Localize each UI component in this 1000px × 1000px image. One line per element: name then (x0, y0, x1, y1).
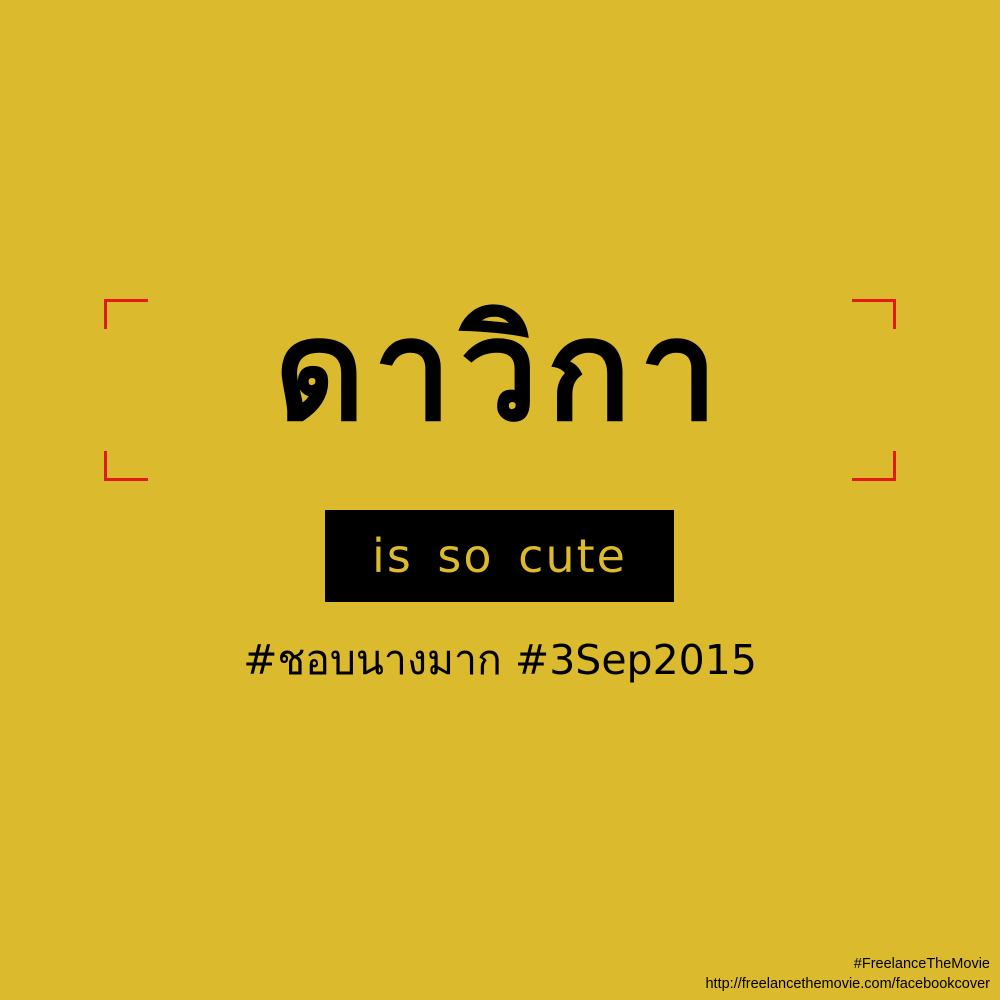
footer-url: http://freelancethemovie.com/facebookcov… (705, 976, 990, 992)
frame-corner-bottom-right (852, 451, 896, 481)
poster-canvas: ดาวิกา is so cute #ชอบนางมาก #3Sep2015 #… (0, 0, 1000, 1000)
tagline-text: is so cute (372, 529, 627, 583)
frame-corner-bottom-left (104, 451, 148, 481)
footer-hashtag: #FreelanceTheMovie (853, 956, 990, 972)
frame-corner-top-left (104, 299, 148, 329)
headline-name: ดาวิกา (274, 290, 726, 453)
footer-credit: #FreelanceTheMovie http://freelancethemo… (705, 954, 990, 994)
frame-corner-top-right (852, 299, 896, 329)
tagline-box: is so cute (325, 510, 674, 602)
hashtags-line: #ชอบนางมาก #3Sep2015 (243, 636, 757, 684)
